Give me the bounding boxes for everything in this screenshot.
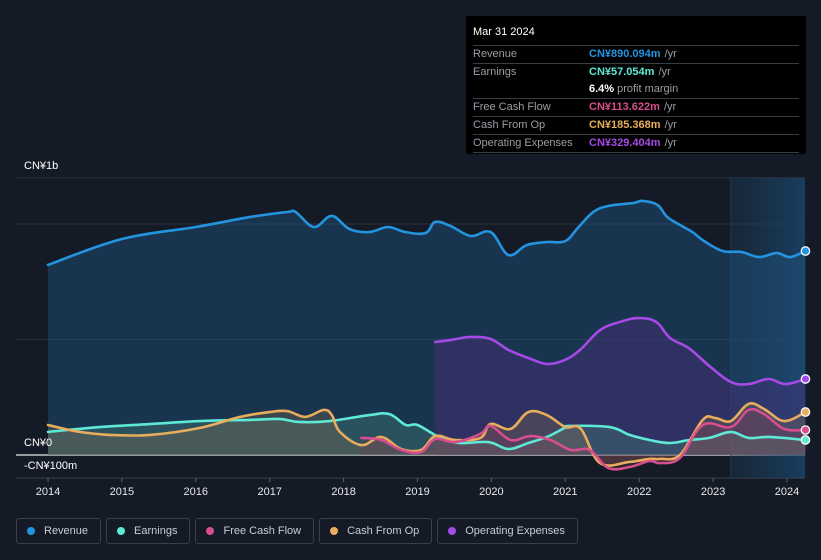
y-label-top: CN¥1b — [24, 160, 59, 172]
tooltip-row-cfo: Cash From Op CN¥185.368m /yr — [473, 117, 799, 135]
legend-item-earnings[interactable]: Earnings — [106, 518, 191, 544]
tooltip-unit: /yr — [663, 101, 677, 113]
tooltip-value: CN¥113.622m — [589, 101, 660, 113]
x-tick-label: 2014 — [36, 486, 60, 498]
x-tick-label: 2019 — [405, 486, 429, 498]
legend-item-revenue[interactable]: Revenue — [16, 518, 102, 544]
y-label-zero: CN¥0 — [24, 437, 53, 449]
tooltip-label: Free Cash Flow — [473, 101, 551, 113]
x-tick-label: 2016 — [184, 486, 208, 498]
tooltip-value: CN¥57.054m — [589, 66, 655, 78]
x-tick-label: 2021 — [553, 486, 577, 498]
x-tick-label: 2017 — [257, 486, 281, 498]
y-label-neg: -CN¥100m — [24, 460, 78, 472]
tooltip-row-opex: Operating Expenses CN¥329.404m /yr — [473, 135, 799, 153]
x-tick-label: 2015 — [110, 486, 134, 498]
tooltip-date: Mar 31 2024 — [473, 25, 799, 46]
tooltip-unit: /yr — [664, 48, 677, 60]
legend-dot-icon — [448, 527, 457, 535]
tooltip-unit: /yr — [664, 119, 677, 131]
x-tick-label: 2020 — [479, 486, 503, 498]
legend-label: Earnings — [134, 525, 178, 537]
x-tick-label: 2018 — [331, 486, 355, 498]
tooltip-value: CN¥329.404m — [589, 137, 661, 149]
tooltip-unit: /yr — [658, 66, 671, 78]
legend: Revenue Earnings Free Cash Flow Cash Fro… — [16, 518, 578, 544]
profit-margin-label: profit margin — [617, 83, 679, 95]
free-cash-flow-end-dot — [800, 425, 811, 435]
x-tick-label: 2024 — [775, 486, 799, 498]
legend-dot-icon — [206, 527, 215, 535]
tooltip-row-earnings: Earnings CN¥57.054m /yr — [473, 64, 799, 81]
cash-from-op-end-dot — [800, 407, 811, 417]
legend-label: Revenue — [44, 525, 89, 537]
legend-dot-icon — [27, 527, 35, 535]
x-axis: 2014 2015 2016 2017 2018 2019 2020 2021 2022 2023… — [36, 478, 799, 498]
earnings-end-dot — [800, 435, 811, 445]
x-tick-label: 2022 — [627, 486, 651, 498]
tooltip-label: Cash From Op — [473, 119, 546, 131]
legend-label: Cash From Op — [347, 525, 420, 537]
legend-label: Operating Expenses — [465, 525, 565, 537]
legend-item-operating-expenses[interactable]: Operating Expenses — [437, 518, 578, 544]
operating-expenses-end-dot — [800, 374, 811, 384]
legend-dot-icon — [330, 527, 339, 535]
tooltip-row-margin: 6.4% profit margin — [473, 81, 799, 99]
tooltip-row-revenue: Revenue CN¥890.094m /yr — [473, 46, 799, 64]
tooltip-label: Revenue — [473, 48, 518, 60]
tooltip-value: CN¥890.094m — [589, 48, 661, 60]
legend-item-cash-from-op[interactable]: Cash From Op — [319, 518, 433, 544]
legend-dot-icon — [117, 527, 126, 535]
legend-label: Free Cash Flow — [223, 525, 302, 537]
x-tick-label: 2023 — [701, 486, 725, 498]
tooltip-label: Earnings — [473, 66, 517, 78]
profit-margin-value: 6.4% — [589, 83, 615, 95]
tooltip-row-fcf: Free Cash Flow CN¥113.622m /yr — [473, 99, 799, 117]
legend-item-free-cash-flow[interactable]: Free Cash Flow — [195, 518, 315, 544]
tooltip-value: CN¥185.368m — [589, 119, 661, 131]
tooltip-label: Operating Expenses — [473, 137, 573, 149]
tooltip-unit: /yr — [664, 137, 677, 149]
revenue-end-dot — [800, 246, 811, 256]
tooltip-panel: Mar 31 2024 Revenue CN¥890.094m /yr Earn… — [466, 16, 806, 154]
